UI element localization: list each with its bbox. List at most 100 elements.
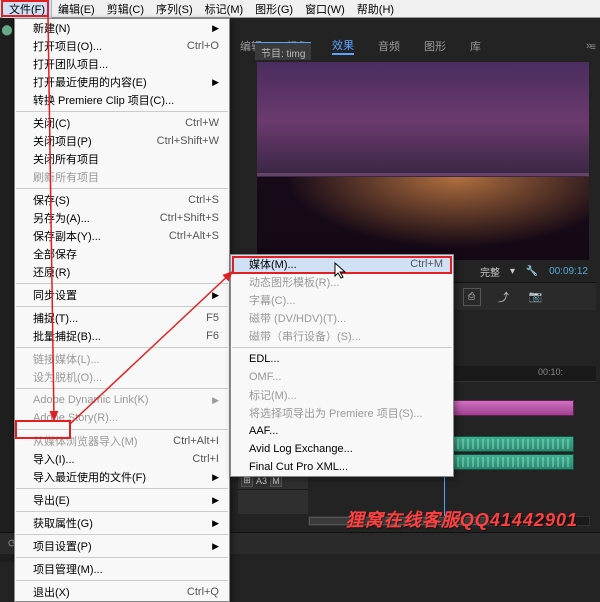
file-menu-item[interactable]: 导入最近使用的文件(F)▶	[15, 468, 229, 486]
file-menu-item[interactable]: 项目设置(P)▶	[15, 537, 229, 555]
menu-window[interactable]: 窗口(W)	[299, 0, 351, 18]
export-menu-item[interactable]: AAF...	[231, 422, 453, 440]
file-menu-item[interactable]: 项目管理(M)...	[15, 560, 229, 578]
submenu-arrow-icon: ▶	[212, 495, 219, 506]
file-menu-item[interactable]: 打开最近使用的内容(E)▶	[15, 73, 229, 91]
submenu-arrow-icon: ▶	[212, 77, 219, 88]
menu-item-label: 媒体(M)...	[249, 256, 297, 272]
menu-shortcut: F5	[206, 312, 219, 324]
export-frame-button[interactable]: ⎙	[463, 288, 481, 306]
menu-item-label: 全部保存	[33, 246, 77, 262]
file-menu-item[interactable]: 捕捉(T)... F5	[15, 309, 229, 327]
watermark-text: 狸窝在线客服QQ41442901	[346, 506, 578, 532]
file-menu-item[interactable]: 全部保存	[15, 245, 229, 263]
file-menu-item[interactable]: 退出(X)Ctrl+Q	[15, 583, 229, 601]
menu-item-label: 项目管理(M)...	[33, 561, 103, 577]
file-menu-item: 设为脱机(O)...	[15, 368, 229, 386]
file-menu-item[interactable]: 保存副本(Y)...Ctrl+Alt+S	[15, 227, 229, 245]
menu-item-label: 刷新所有项目	[33, 169, 99, 185]
monitor-menu-icon[interactable]: ≡	[590, 42, 596, 60]
record-icon[interactable]: ⬤	[0, 18, 14, 42]
file-menu-item[interactable]: 打开项目(O)... Ctrl+O	[15, 37, 229, 55]
file-menu-item[interactable]: 关闭项目(P)Ctrl+Shift+W	[15, 132, 229, 150]
menu-sequence[interactable]: 序列(S)	[150, 0, 199, 18]
menu-shortcut: Ctrl+O	[187, 40, 219, 52]
file-menu-item[interactable]: 新建(N) ▶	[15, 19, 229, 37]
timecode-display: 00:09:12	[549, 266, 588, 277]
menu-separator	[16, 511, 228, 512]
wrench-icon[interactable]: 🔧	[525, 264, 539, 278]
menu-item-label: Adobe Dynamic Link(K)	[33, 394, 149, 406]
menu-separator	[16, 347, 228, 348]
menu-item-label: 设为脱机(O)...	[33, 369, 102, 385]
menu-item-label: 新建(N)	[33, 20, 70, 36]
track-label: A3	[256, 476, 267, 486]
menu-edit[interactable]: 编辑(E)	[52, 0, 101, 18]
menu-item-label: Avid Log Exchange...	[249, 443, 353, 455]
menu-item-label: OMF...	[249, 371, 281, 383]
menu-item-label: 关闭所有项目	[33, 151, 99, 167]
file-menu-item[interactable]: 关闭(C)Ctrl+W	[15, 114, 229, 132]
menu-item-label: 转换 Premiere Clip 项目(C)...	[33, 92, 174, 108]
left-tool-strip: ⬤	[0, 18, 14, 562]
menu-clip[interactable]: 剪辑(C)	[101, 0, 150, 18]
preview-canvas[interactable]	[257, 62, 589, 260]
camera-icon[interactable]: 📷	[527, 288, 545, 306]
menu-item-label: 字幕(C)...	[249, 292, 295, 308]
menu-item-label: 导入(I)...	[33, 451, 75, 467]
export-menu-item[interactable]: EDL...	[231, 350, 453, 368]
menu-separator	[16, 111, 228, 112]
menu-help[interactable]: 帮助(H)	[351, 0, 400, 18]
export-menu-item: 将选择项导出为 Premiere 项目(S)...	[231, 404, 453, 422]
file-menu-item: 链接媒体(L)...	[15, 350, 229, 368]
lift-button[interactable]: ⤴	[495, 288, 513, 306]
file-menu-item[interactable]: 导入(I)...Ctrl+I	[15, 450, 229, 468]
menu-item-label: 同步设置	[33, 287, 77, 303]
menu-shortcut: Ctrl+Shift+S	[160, 212, 219, 224]
menu-item-label: 保存副本(Y)...	[33, 228, 101, 244]
file-menu-item[interactable]: 获取属性(G)▶	[15, 514, 229, 532]
menu-item-label: 捕捉(T)...	[33, 310, 78, 326]
menu-item-label: 批量捕捉(B)...	[33, 328, 101, 344]
file-menu-item[interactable]: 同步设置 ▶	[15, 286, 229, 304]
file-menu-item: 刷新所有项目	[15, 168, 229, 186]
submenu-arrow-icon: ▶	[212, 395, 219, 406]
menu-item-label: 还原(R)	[33, 264, 70, 280]
menu-shortcut: Ctrl+S	[188, 194, 219, 206]
file-menu-item: Adobe Dynamic Link(K) ▶	[15, 391, 229, 409]
export-menu-item: OMF...	[231, 368, 453, 386]
file-menu-item[interactable]: 还原(R)	[15, 263, 229, 281]
menu-separator	[16, 429, 228, 430]
fit-dropdown[interactable]: 完整	[480, 264, 500, 279]
menu-separator	[16, 488, 228, 489]
menu-item-label: Adobe Story(R)...	[33, 412, 118, 424]
menu-shortcut: Ctrl+Alt+I	[173, 435, 219, 447]
menu-item-label: 关闭(C)	[33, 115, 70, 131]
menu-item-label: 另存为(A)...	[33, 210, 90, 226]
file-menu-item[interactable]: 转换 Premiere Clip 项目(C)...	[15, 91, 229, 109]
monitor-tab-program[interactable]: 节目: timg	[255, 42, 311, 60]
menu-separator	[16, 557, 228, 558]
export-menu-item[interactable]: Final Cut Pro XML...	[231, 458, 453, 476]
menu-item-label: 导出(E)	[33, 492, 70, 508]
file-menu-item[interactable]: 另存为(A)... Ctrl+Shift+S	[15, 209, 229, 227]
file-menu-item[interactable]: 打开团队项目...	[15, 55, 229, 73]
menu-item-label: 打开项目(O)...	[33, 38, 102, 54]
file-menu-item[interactable]: 导出(E) ▶	[15, 491, 229, 509]
export-menu-item[interactable]: Avid Log Exchange...	[231, 440, 453, 458]
menu-item-label: EDL...	[249, 353, 280, 365]
menu-separator	[232, 347, 452, 348]
file-menu-item[interactable]: 关闭所有项目	[15, 150, 229, 168]
export-menu-item: 磁带 (DV/HDV)(T)...	[231, 309, 453, 327]
submenu-arrow-icon: ▶	[212, 23, 219, 34]
menu-file[interactable]: 文件(F)	[2, 0, 52, 19]
menu-item-label: 导入最近使用的文件(F)	[33, 469, 146, 485]
file-menu-item[interactable]: 批量捕捉(B)... F6	[15, 327, 229, 345]
file-menu-item[interactable]: 保存(S)Ctrl+S	[15, 191, 229, 209]
menu-shortcut: F6	[206, 330, 219, 342]
chevron-down-icon[interactable]: ▾	[510, 266, 515, 277]
menu-graphics[interactable]: 图形(G)	[249, 0, 299, 18]
menu-item-label: 磁带 (DV/HDV)(T)...	[249, 310, 346, 326]
submenu-arrow-icon: ▶	[212, 290, 219, 301]
menu-marker[interactable]: 标记(M)	[199, 0, 250, 18]
